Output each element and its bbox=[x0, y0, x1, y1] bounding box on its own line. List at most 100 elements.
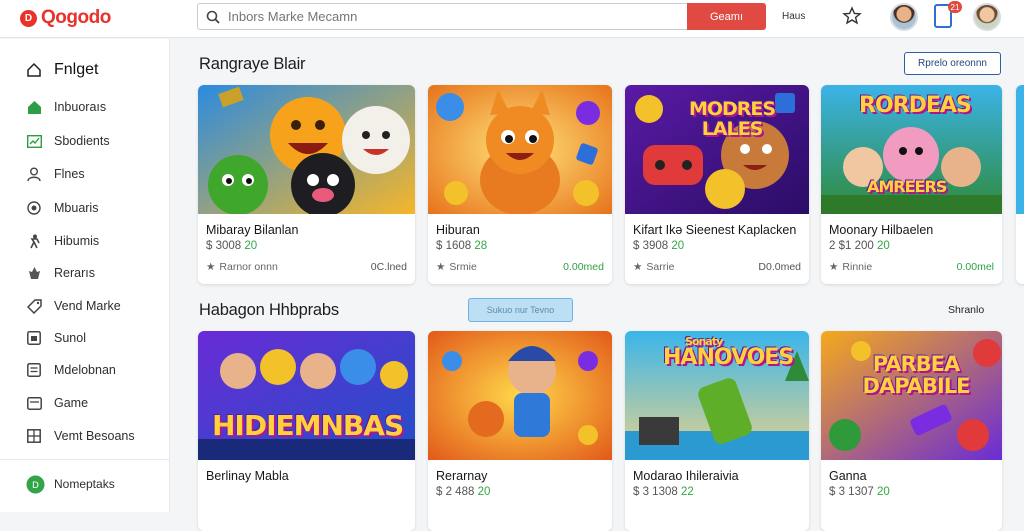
card-status: 0.00mel bbox=[956, 261, 994, 273]
game-card[interactable]: MODRES LALES Kifart Ikə Sieenest Kaplack… bbox=[625, 85, 809, 284]
tag-icon bbox=[26, 298, 42, 314]
price-highlight: 20 bbox=[244, 240, 258, 252]
card-title: Ganna bbox=[829, 469, 867, 483]
card-price: $ 3008 20 bbox=[206, 240, 257, 252]
target-icon bbox=[26, 200, 42, 216]
card-title: Kifart Ikə Sieenest Kaplacken bbox=[633, 223, 797, 237]
logo-mark-icon: D bbox=[20, 9, 37, 27]
game-thumbnail: HIDIEMNBAS bbox=[198, 331, 415, 460]
star-icon: ★ bbox=[829, 261, 839, 273]
game-card[interactable]: HIDIEMNBAS Berlinay Mabla bbox=[198, 331, 415, 531]
sidebar-item-rerarıs[interactable]: Rerarıs bbox=[0, 260, 170, 286]
price-value: $ 2 488 bbox=[436, 486, 478, 498]
star-icon: ★ bbox=[206, 261, 216, 273]
sidebar-title-label: Fnlget bbox=[54, 61, 99, 78]
box-icon bbox=[26, 330, 42, 346]
chart-icon bbox=[26, 133, 42, 149]
card-category: ★ Srmie bbox=[436, 261, 477, 273]
runner-icon bbox=[26, 233, 42, 249]
card-price: 2 $1 200 20 bbox=[829, 240, 890, 252]
category-label: Srmie bbox=[449, 261, 477, 273]
sidebar-item-sunol[interactable]: Sunol bbox=[0, 325, 170, 351]
price-highlight: 20 bbox=[876, 486, 890, 498]
sidebar-item-label: Flnes bbox=[54, 167, 85, 181]
sidebar-item-label: Sunol bbox=[54, 331, 86, 345]
game-card[interactable]: Rerarnay $ 2 488 20 bbox=[428, 331, 612, 531]
search-button[interactable]: Geamı bbox=[687, 3, 766, 30]
game-thumbnail: MODRES LALES bbox=[625, 85, 809, 214]
gamepad-icon bbox=[26, 395, 42, 411]
sidebar-item-label: Game bbox=[54, 396, 89, 410]
sidebar: Fnlget Inbuoraıs Sbodients Flnes Mbuaris… bbox=[0, 39, 170, 512]
price-highlight: 28 bbox=[474, 240, 488, 252]
see-all-link[interactable]: Shranlo bbox=[948, 304, 984, 316]
thumbnail-subtitle: AMREERS bbox=[867, 177, 947, 196]
sidebar-item-label: Rerarıs bbox=[54, 266, 95, 280]
sidebar-item-flnes[interactable]: Flnes bbox=[0, 161, 170, 187]
card-title: Hiburan bbox=[436, 223, 480, 237]
home-outline-icon bbox=[26, 62, 42, 78]
brand-name: Qogodo bbox=[41, 7, 111, 28]
svg-text:D: D bbox=[32, 481, 39, 491]
thumbnail-title: RORDEAS bbox=[859, 93, 972, 118]
star-icon: ★ bbox=[436, 261, 446, 273]
sidebar-item-mbuaris[interactable]: Mbuaris bbox=[0, 195, 170, 221]
search-input[interactable] bbox=[228, 9, 668, 24]
game-card-partial[interactable] bbox=[1016, 85, 1024, 284]
card-price: $ 3 1307 20 bbox=[829, 486, 890, 498]
star-icon: ★ bbox=[633, 261, 643, 273]
price-highlight: 20 bbox=[671, 240, 685, 252]
sidebar-item-label: Hibumis bbox=[54, 234, 100, 248]
sidebar-divider bbox=[0, 459, 170, 460]
game-card[interactable]: Hiburan $ 1608 28 ★ Srmie 0.00med bbox=[428, 85, 612, 284]
price-value: $ 1608 bbox=[436, 240, 475, 252]
price-highlight: 22 bbox=[680, 486, 694, 498]
game-thumbnail: PARBEA DAPABILE bbox=[821, 331, 1002, 460]
game-card[interactable]: Sonaty HANOVOES Modarao Ihileraivia $ 3 … bbox=[625, 331, 809, 531]
price-value: $ 3008 bbox=[206, 240, 245, 252]
sidebar-item-inbuorais[interactable]: Inbuoraıs bbox=[0, 94, 170, 120]
filter-pill[interactable]: Sukuo nur Tevno bbox=[468, 298, 573, 322]
user-avatar[interactable] bbox=[973, 3, 1001, 31]
sidebar-item-hibumis[interactable]: Hibumis bbox=[0, 228, 170, 254]
price-value: $ 3908 bbox=[633, 240, 672, 252]
section-title: Rangraye Blair bbox=[199, 55, 306, 73]
section-action-button[interactable]: Rprelo oreonnn bbox=[904, 52, 1001, 75]
sidebar-item-vemt-besoans[interactable]: Vemt Besoans bbox=[0, 423, 170, 449]
card-category: ★ Rarnor onnn bbox=[206, 261, 278, 273]
avatar[interactable] bbox=[890, 3, 918, 31]
game-thumbnail: Sonaty HANOVOES bbox=[625, 331, 809, 460]
sidebar-item-sbodients[interactable]: Sbodients bbox=[0, 128, 170, 154]
price-value: $ 3 1308 bbox=[633, 486, 681, 498]
sidebar-item-label: Mbuaris bbox=[54, 201, 99, 215]
sidebar-title[interactable]: Fnlget bbox=[0, 57, 170, 83]
sidebar-item-mdelobnan[interactable]: Mdelobnan bbox=[0, 357, 170, 383]
price-highlight: 20 bbox=[477, 486, 491, 498]
person-icon bbox=[26, 166, 42, 182]
game-card[interactable]: PARBEA DAPABILE Ganna $ 3 1307 20 bbox=[821, 331, 1002, 531]
card-price: $ 3 1308 22 bbox=[633, 486, 694, 498]
game-card[interactable]: Mibaray Bilanlan $ 3008 20 ★ Rarnor onnn … bbox=[198, 85, 415, 284]
sidebar-item-label: Inbuoraıs bbox=[54, 100, 107, 114]
fire-icon bbox=[26, 265, 42, 281]
card-title: Mibaray Bilanlan bbox=[206, 223, 299, 237]
game-card[interactable]: RORDEAS AMREERS Moonary Hilbaelen 2 $1 2… bbox=[821, 85, 1002, 284]
thumbnail-title: MODRES LALES bbox=[688, 98, 776, 140]
sidebar-footer-item[interactable]: D Nomeptaks bbox=[0, 471, 170, 497]
header-link[interactable]: Haus bbox=[782, 11, 805, 22]
card-category: ★ Sarrie bbox=[633, 261, 674, 273]
card-status: D0.0med bbox=[758, 261, 801, 273]
card-price: $ 1608 28 bbox=[436, 240, 487, 252]
sidebar-item-vend-marke[interactable]: Vend Marke bbox=[0, 293, 170, 319]
grid-icon bbox=[26, 428, 42, 444]
game-thumbnail bbox=[428, 85, 612, 214]
sidebar-item-game[interactable]: Game bbox=[0, 390, 170, 416]
notification-badge: 21 bbox=[948, 1, 962, 13]
game-thumbnail bbox=[198, 85, 415, 214]
card-title: Berlinay Mabla bbox=[206, 469, 289, 483]
brand-logo[interactable]: D Qogodo bbox=[20, 7, 111, 29]
star-icon[interactable] bbox=[842, 6, 862, 26]
card-title: Rerarnay bbox=[436, 469, 488, 483]
card-price: $ 2 488 20 bbox=[436, 486, 490, 498]
thumbnail-title: HIDIEMNBAS bbox=[212, 409, 404, 442]
